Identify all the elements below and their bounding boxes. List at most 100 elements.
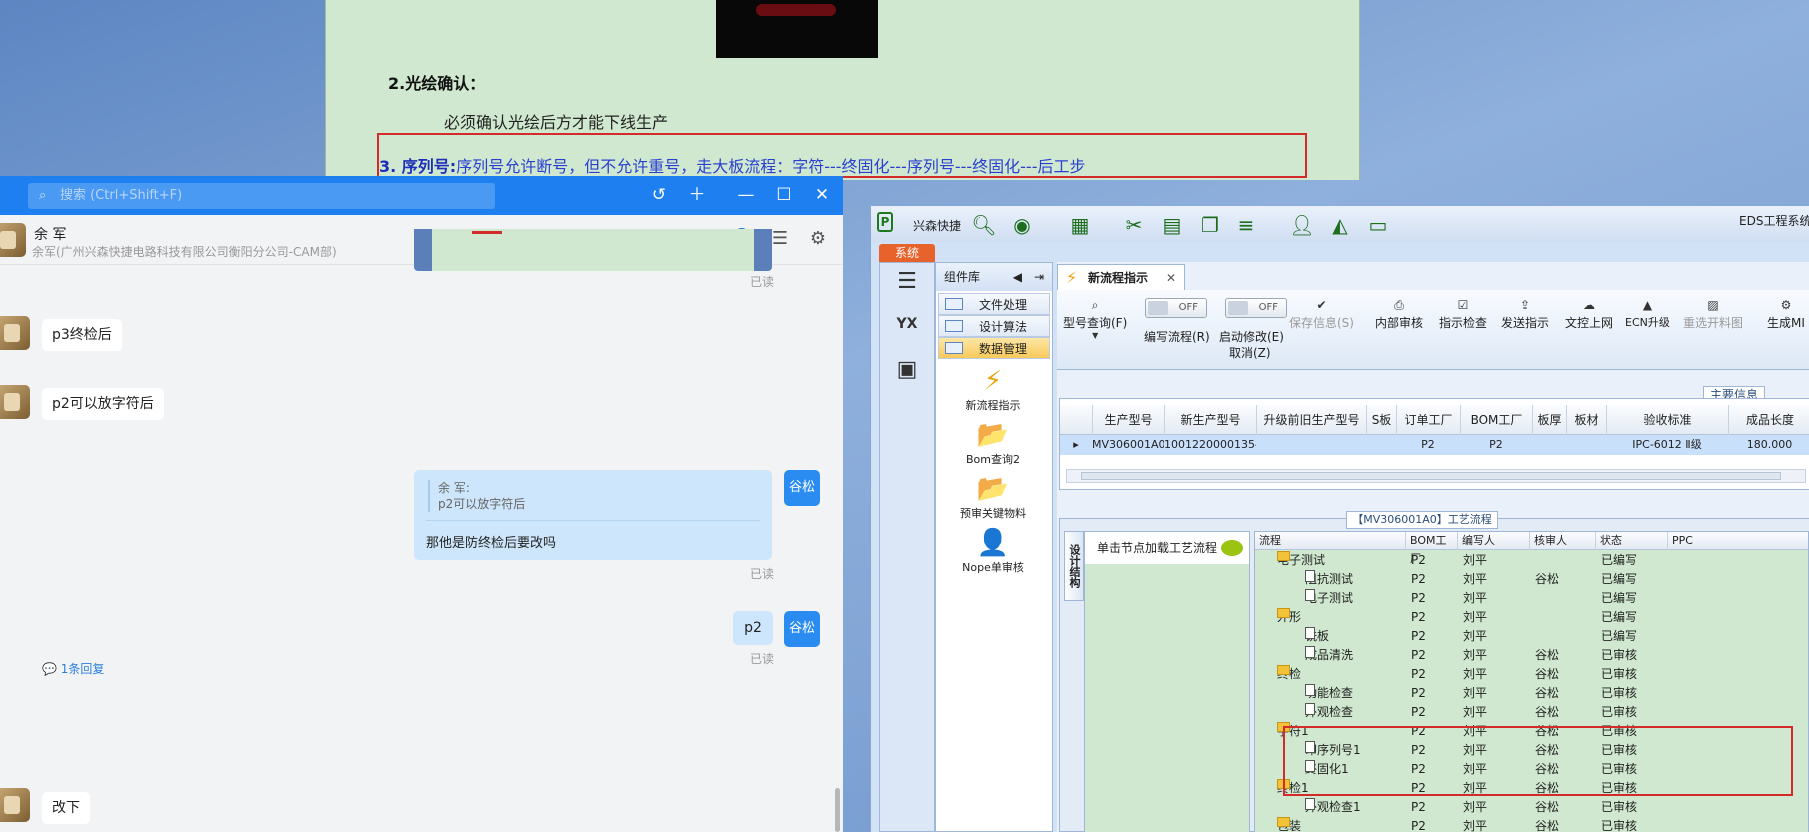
indicator-check-button[interactable]: ☑ 指示检查 [1439,298,1487,331]
tree-row[interactable]: 电子测试 P2 刘平 已编写 [1255,589,1808,608]
grid-col-header[interactable]: 新生产型号 [1164,405,1256,435]
avatar[interactable] [0,385,30,419]
grid-col-header[interactable]: BOM工厂 [1460,405,1532,435]
grid-icon[interactable]: ▦ [1067,214,1093,236]
reselect-button[interactable]: ▨ 重选开料图 [1683,298,1743,331]
edit-flow-toggle[interactable]: OFF [1145,298,1207,318]
list-icon[interactable]: ≡ [1233,214,1259,236]
avatar[interactable] [0,316,30,350]
grid-col-header[interactable]: 板厚 [1532,405,1566,435]
avatar[interactable]: 谷松 [784,470,820,506]
tree-row[interactable]: −电子测试 P2 刘平 已编写 [1255,551,1808,570]
tab-new-flow[interactable]: ⚡ 新流程指示 ✕ [1057,264,1185,290]
grid-col-header[interactable]: 成品长度 [1728,405,1809,435]
table-cell: 180.000 [1746,438,1793,451]
tree-row[interactable]: 外观检查1 P2 刘平 谷松 已审核 [1255,798,1808,817]
tree-cell-bom: P2 [1411,705,1426,719]
save-info-button[interactable]: ✔ 保存信息(S) [1289,298,1354,331]
tree-row[interactable]: 阻抗测试 P2 刘平 谷松 已编写 [1255,570,1808,589]
new-flow-button[interactable]: ⚡ 新流程指示 [936,365,1050,413]
menu-icon[interactable]: ☰ [890,265,924,299]
search-input[interactable]: ⌕ 搜索 (Ctrl+Shift+F) [28,183,495,209]
close-icon[interactable]: ✕ [1166,265,1176,291]
tree-row[interactable]: 功能检查 P2 刘平 谷松 已审核 [1255,684,1808,703]
grid-col-header[interactable]: 生产型号 [1092,405,1164,435]
close-icon[interactable]: ✕ [810,183,834,207]
calculator-icon[interactable]: ▣ [890,353,924,387]
add-icon[interactable]: ＋ [685,183,709,207]
prev-icon[interactable]: ◀ [1013,263,1022,291]
tree-col-header[interactable]: PPC [1667,532,1727,550]
bom-query-button[interactable]: 📂 Bom查询2 [936,419,1050,467]
message-bubble[interactable]: p2 [733,611,773,645]
grid-col-header[interactable]: S板 [1366,405,1396,435]
table-cell: P2 [1489,438,1503,451]
hint-text: 单击节点加载工艺流程 [1085,532,1249,564]
tree-col-header[interactable]: 核审人 [1529,532,1595,550]
tree-col-header[interactable]: 编写人 [1457,532,1529,550]
grid-col-header[interactable]: 订单工厂 [1396,405,1460,435]
maximize-icon[interactable]: ☐ [772,183,796,207]
reselect-label: 重选开料图 [1683,316,1744,330]
tree-col-header[interactable]: 流程 [1255,532,1405,550]
cancel-button[interactable]: 取消(Z) [1229,344,1271,361]
search-icon[interactable]: 🔍︎ [971,214,997,236]
history-icon[interactable]: ↺ [647,183,671,207]
ecn-button[interactable]: ▲ ECN升级 [1625,298,1670,330]
tree-row[interactable]: 外观检查 P2 刘平 谷松 已审核 [1255,703,1808,722]
scrollbar[interactable] [835,788,840,832]
table-row[interactable]: ▸ MV306001A0 10012200001354 P2 P2 IPC-60… [1060,435,1809,455]
film-icon[interactable]: ▤ [1159,214,1185,236]
grid-col-header[interactable]: 升级前旧生产型号 [1256,405,1366,435]
monitor-icon[interactable]: ▭ [1365,214,1391,236]
nope-review-button[interactable]: 👤 Nope单审核 [936,527,1050,575]
search-icon: ⌕ [1091,298,1099,312]
scissors-icon[interactable]: ✂ [1121,214,1147,236]
tree-row[interactable]: −终检 P2 刘平 谷松 已审核 [1255,665,1808,684]
message-bubble[interactable]: 改下 [42,792,90,824]
tab-design-structure[interactable]: 设计结构 [1064,531,1084,601]
globe-icon[interactable]: ◉ [1009,214,1035,236]
avatar[interactable] [0,788,30,822]
grid-col-header[interactable]: 板材 [1566,405,1606,435]
quoted-message-bubble[interactable]: 余 军: p2可以放字符后 那他是防终检后要改吗 [414,470,772,560]
comp-item-data[interactable]: 数据管理 [938,337,1050,359]
document-icon [1305,570,1315,582]
horizontal-scrollbar[interactable] [1066,469,1806,483]
image-message[interactable] [414,229,772,271]
internal-review-button[interactable]: ⎙ 内部审核 [1375,298,1423,331]
generate-mi-button[interactable]: ⚙ 生成MI [1767,298,1805,331]
minimize-icon[interactable]: — [734,183,758,207]
tree-node-label: 铣板 [1305,627,1329,646]
copy-icon[interactable]: ❐ [1197,214,1223,236]
tree-row[interactable]: 成品清洗 P2 刘平 谷松 已审核 [1255,646,1808,665]
key-material-button[interactable]: 📂 预审关键物料 [936,473,1050,521]
chart-icon[interactable]: ◭ [1327,214,1353,236]
chat-titlebar: ⌕ 搜索 (Ctrl+Shift+F) ↺ ＋ — ☐ ✕ [0,176,843,215]
yx-icon[interactable]: YX [890,307,924,341]
reply-count-link[interactable]: 💬 1条回复 [42,660,104,677]
message-bubble[interactable]: p3终检后 [42,319,122,351]
comp-item-algorithm[interactable]: 设计算法 [938,315,1050,337]
tree-row[interactable]: −外形 P2 刘平 已编写 [1255,608,1808,627]
tree-row[interactable]: −包装 P2 刘平 谷松 已审核 [1255,817,1808,832]
query-button[interactable]: ⌕ 型号查询(F) ▼ [1063,298,1127,347]
tree-col-header[interactable]: BOM工厂 [1405,532,1457,565]
pin-icon[interactable]: ⇥ [1034,263,1044,291]
upload-button[interactable]: ☁ 文控上网 [1565,298,1613,331]
send-indicator-button[interactable]: ⇪ 发送指示 [1501,298,1549,331]
comp-item-file[interactable]: 文件处理 [938,293,1050,315]
tree-col-header[interactable]: 状态 [1595,532,1667,550]
settings-icon[interactable]: ⚙ [806,227,830,251]
avatar[interactable] [0,223,26,257]
search-icon: ⌕ [39,188,47,203]
tree-row[interactable]: 铣板 P2 刘平 已编写 [1255,627,1808,646]
tab-system[interactable]: 系统 [879,244,935,262]
grid-col-header[interactable]: 验收标准 [1606,405,1728,435]
document-icon [1305,798,1315,810]
message-bubble[interactable]: p2可以放字符后 [42,388,164,420]
avatar[interactable]: 谷松 [784,611,820,647]
user-icon[interactable]: 👤︎ [1289,214,1315,236]
auto-modify-toggle[interactable]: OFF [1225,298,1287,318]
image-icon: ▨ [1707,298,1719,312]
